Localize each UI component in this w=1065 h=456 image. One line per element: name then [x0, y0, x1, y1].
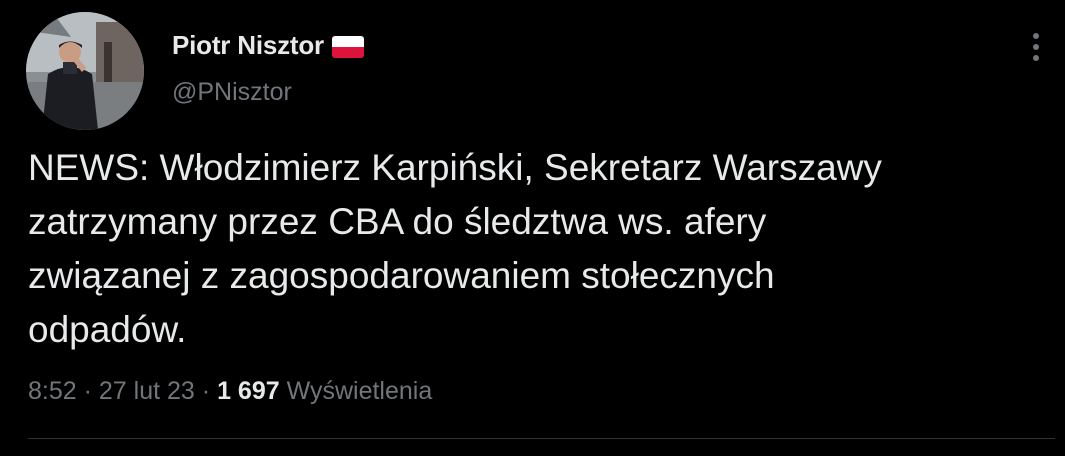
- views-count[interactable]: 1 697: [217, 377, 280, 405]
- poland-flag-icon: [331, 35, 364, 58]
- views-label: Wyświetlenia: [286, 377, 433, 405]
- tweet-metadata: 8:52 · 27 lut 23 · 1 697 Wyświetlenia: [28, 377, 432, 406]
- tweet-date[interactable]: 27 lut 23: [99, 377, 195, 405]
- tweet-card: Piotr Nisztor @PNisztor NEWS: Włodzimier…: [0, 0, 1065, 456]
- tweet-text-line: odpadów.: [28, 309, 187, 350]
- author-name-row: Piotr Nisztor: [172, 30, 364, 61]
- tweet-time[interactable]: 8:52: [28, 377, 77, 405]
- more-options-icon[interactable]: [1022, 30, 1050, 64]
- author-display-name[interactable]: Piotr Nisztor: [172, 30, 324, 61]
- meta-separator: ·: [201, 377, 211, 405]
- tweet-text-line: NEWS: Włodzimierz Karpiński, Sekretarz W…: [28, 147, 882, 188]
- author-handle[interactable]: @PNisztor: [172, 78, 292, 107]
- avatar-photo-icon: [26, 12, 144, 130]
- meta-separator: ·: [83, 377, 92, 405]
- avatar[interactable]: [26, 12, 144, 130]
- divider: [28, 438, 1055, 439]
- tweet-text-line: zatrzymany przez CBA do śledztwa ws. afe…: [28, 201, 767, 242]
- tweet-text: NEWS: Włodzimierz Karpiński, Sekretarz W…: [28, 141, 1053, 357]
- tweet-text-line: związanej z zagospodarowaniem stołecznyc…: [28, 255, 775, 296]
